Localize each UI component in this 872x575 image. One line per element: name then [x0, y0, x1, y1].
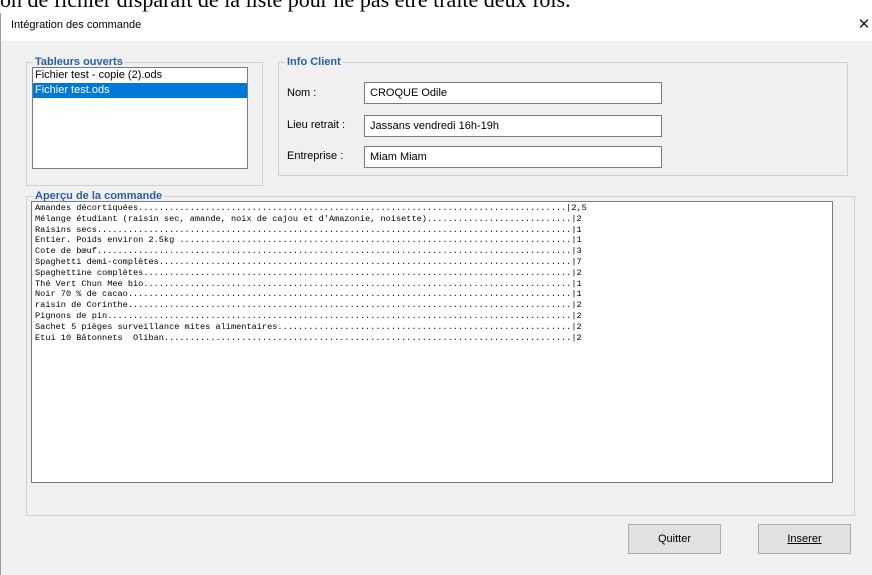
- order-preview-content: Amandes décortiquées....................…: [32, 202, 832, 343]
- order-preview-textarea[interactable]: Amandes décortiquées....................…: [31, 201, 833, 483]
- order-line: Spaghettine complètes...................…: [35, 267, 582, 278]
- insert-button[interactable]: Inserer: [758, 524, 851, 554]
- company-label: Entreprise :: [287, 150, 344, 162]
- pickup-label: Lieu retrait :: [287, 119, 346, 131]
- order-line: Raisins secs............................…: [35, 224, 582, 235]
- window-title: Intégration des commande: [11, 19, 142, 31]
- sheet-item-selected[interactable]: Fichier test.ods: [33, 83, 247, 98]
- order-line: Mélange étudiant (raisin sec, amande, no…: [35, 213, 582, 224]
- order-line: Etui 10 Bâtonnets Oliban................…: [35, 332, 582, 343]
- order-line: Amandes décortiquées....................…: [35, 203, 587, 213]
- title-bar: Intégration des commande ✕: [1, 13, 872, 41]
- open-sheets-list[interactable]: Fichier test - copie (2).ods Fichier tes…: [32, 67, 248, 169]
- company-field[interactable]: Miam Miam: [364, 146, 662, 168]
- sheet-item-copy[interactable]: Fichier test - copie (2).ods: [33, 68, 247, 83]
- order-line: Cote de bœuf............................…: [35, 246, 582, 257]
- close-icon[interactable]: ✕: [856, 15, 872, 35]
- order-line: Spaghetti demi-complètes................…: [35, 256, 582, 267]
- pickup-field[interactable]: Jassans vendredi 16h-19h: [364, 115, 662, 137]
- name-field[interactable]: CROQUE Odile: [364, 82, 662, 104]
- order-line: Thé Vert Chun Mee bio...................…: [35, 278, 582, 289]
- insert-button-label: Inserer: [787, 533, 822, 545]
- order-line: Entier. Poids environ 2.5kg ............…: [35, 235, 582, 246]
- order-line: Pignons de pin..........................…: [35, 310, 582, 321]
- name-label: Nom :: [287, 87, 317, 99]
- client-info-legend: Info Client: [287, 56, 341, 68]
- order-line: raisin de Corinthe......................…: [35, 300, 582, 311]
- order-line: Noir 70 % de cacao......................…: [35, 289, 582, 300]
- quit-button[interactable]: Quitter: [628, 524, 721, 554]
- order-line: Sachet 5 pièges surveillance mites alime…: [35, 321, 582, 332]
- background-document-text: on de fichier disparait de la liste pour…: [0, 0, 571, 14]
